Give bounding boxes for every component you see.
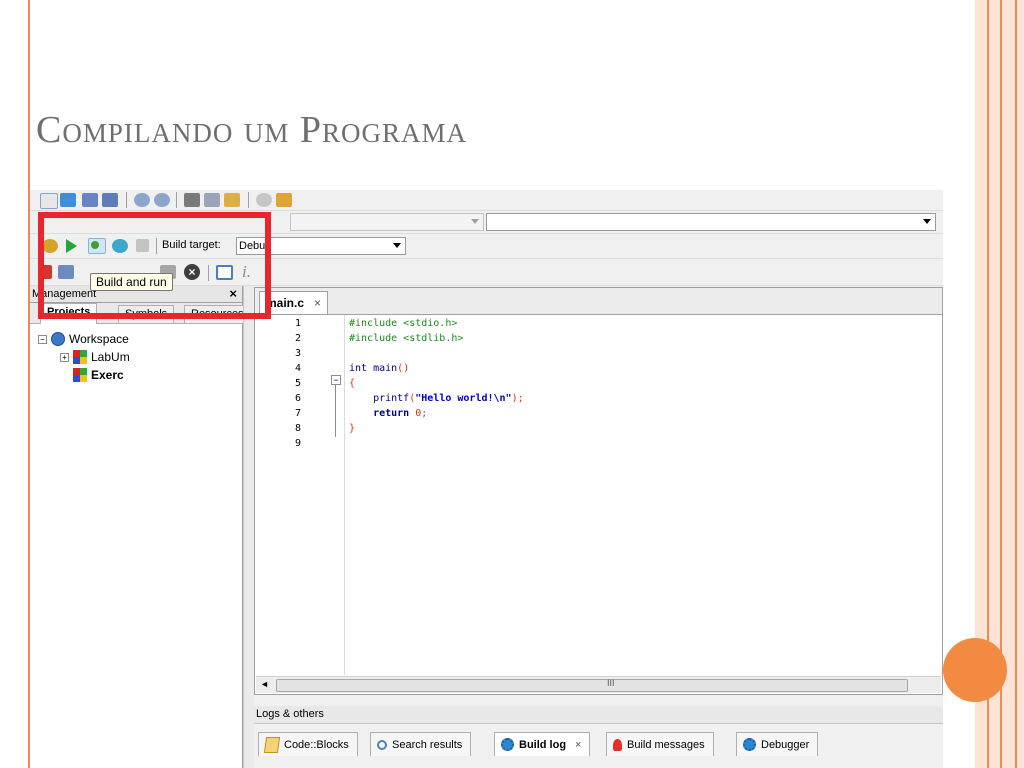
line-number: 8	[295, 423, 302, 434]
toolbar-separator	[248, 192, 249, 208]
border-line	[1015, 0, 1017, 768]
tab-codeblocks-log[interactable]: Code::Blocks	[258, 732, 358, 756]
main-toolbar	[30, 190, 943, 211]
code-line-7: return 0;	[349, 408, 427, 419]
line-number-gutter: 1 2 3 4 5 6 7 8 9 −	[255, 315, 343, 675]
panel-splitter[interactable]	[243, 286, 254, 768]
copy-icon[interactable]	[204, 193, 220, 207]
slide-title: Compilando um Programa	[36, 109, 468, 151]
collapse-icon[interactable]: −	[38, 334, 47, 344]
code-line-4: int main()	[349, 363, 409, 374]
logs-panel: Logs & others Code::Blocks Search result…	[254, 706, 943, 768]
code-line-2: #include <stdlib.h>	[349, 333, 464, 344]
parens: ()	[397, 363, 410, 374]
workspace-icon	[51, 332, 65, 346]
pin-icon	[613, 738, 622, 751]
tab-label: Debugger	[761, 738, 810, 751]
project-icon	[73, 368, 87, 382]
build-and-run-tooltip: Build and run	[90, 273, 173, 291]
fold-toggle-icon[interactable]: −	[331, 375, 341, 385]
tab-search-results[interactable]: Search results	[370, 732, 472, 756]
keyword-int: int	[349, 363, 368, 374]
undo-icon[interactable]	[134, 193, 150, 207]
tab-build-log[interactable]: Build log ×	[494, 732, 591, 757]
logs-title: Logs & others	[254, 706, 943, 724]
close-icon[interactable]: ×	[575, 733, 581, 757]
code-line-1: #include <stdio.h>	[349, 318, 458, 329]
function-name: main	[367, 363, 398, 374]
printf-call: printf	[349, 393, 410, 404]
scroll-grip: III	[607, 678, 615, 688]
gear-icon	[501, 738, 514, 751]
redo-icon[interactable]	[154, 193, 170, 207]
management-panel: Management × Projects Symbols Resources …	[30, 286, 251, 768]
semicolon: ;	[421, 408, 428, 419]
tab-debugger[interactable]: Debugger	[736, 732, 819, 756]
scroll-left-icon[interactable]: ◄	[260, 679, 269, 689]
line-number: 1	[295, 318, 302, 329]
new-file-icon[interactable]	[40, 193, 58, 209]
highlight-box	[38, 212, 271, 319]
code-editor: main.c × 1 2 3 4 5 6 7 8 9 − #include <st…	[254, 287, 943, 695]
slide-left-border	[0, 0, 30, 768]
line-number: 4	[295, 363, 302, 374]
open-folder-icon[interactable]	[60, 193, 76, 207]
tab-build-messages[interactable]: Build messages	[606, 732, 714, 756]
save-all-icon[interactable]	[102, 193, 118, 207]
code-line-6: printf("Hello world!\n");	[349, 393, 524, 404]
paren-close: );	[511, 393, 524, 404]
line-number: 3	[295, 348, 302, 359]
line-number: 9	[295, 438, 302, 449]
tab-main-c-label: main.c	[266, 296, 305, 310]
fold-line	[335, 379, 336, 437]
tab-label: Code::Blocks	[284, 738, 349, 751]
line-number: 2	[295, 333, 302, 344]
editor-tabs: main.c ×	[255, 288, 942, 315]
workspace-label: Workspace	[69, 332, 129, 346]
gear-icon	[743, 738, 756, 751]
search-icon	[377, 739, 387, 750]
paste-icon[interactable]	[224, 193, 240, 207]
number-literal: 0	[409, 408, 422, 419]
tree-workspace[interactable]: − Workspace	[38, 332, 129, 346]
tree-project-labum[interactable]: + LabUm	[60, 350, 130, 364]
toolbar-separator	[126, 192, 127, 208]
scope-combo[interactable]	[290, 213, 484, 231]
line-number: 5	[295, 378, 302, 389]
code-area[interactable]: #include <stdio.h> #include <stdlib.h> i…	[344, 315, 941, 675]
tab-label: Search results	[392, 738, 463, 751]
codeblocks-screenshot: Build target: Debug × i. Management × Pr…	[30, 190, 943, 768]
scroll-thumb[interactable]: III	[276, 678, 908, 692]
tab-label: Build messages	[627, 738, 705, 751]
project-label: LabUm	[91, 350, 130, 364]
save-icon[interactable]	[82, 193, 98, 207]
horizontal-scrollbar[interactable]: ◄ III	[256, 676, 941, 693]
tree-project-exerc[interactable]: Exerc	[73, 368, 124, 382]
function-combo[interactable]	[486, 213, 936, 231]
replace-icon[interactable]	[276, 193, 292, 207]
find-icon[interactable]	[256, 193, 272, 207]
cut-icon[interactable]	[184, 193, 200, 207]
line-number: 6	[295, 393, 302, 404]
tab-label: Build log	[519, 738, 567, 751]
string-literal: "Hello world!\n"	[415, 393, 512, 404]
project-label: Exerc	[91, 368, 124, 382]
project-icon	[73, 350, 87, 364]
keyword-return: return	[349, 408, 410, 419]
expand-icon[interactable]: +	[60, 352, 69, 362]
code-line-5: {	[349, 378, 356, 389]
decorative-dot	[943, 638, 1007, 702]
line-number: 7	[295, 408, 302, 419]
code-line-8: }	[349, 423, 356, 434]
toolbar-separator	[176, 192, 177, 208]
tab-close-icon[interactable]: ×	[314, 296, 321, 310]
codeblocks-icon	[263, 736, 281, 753]
